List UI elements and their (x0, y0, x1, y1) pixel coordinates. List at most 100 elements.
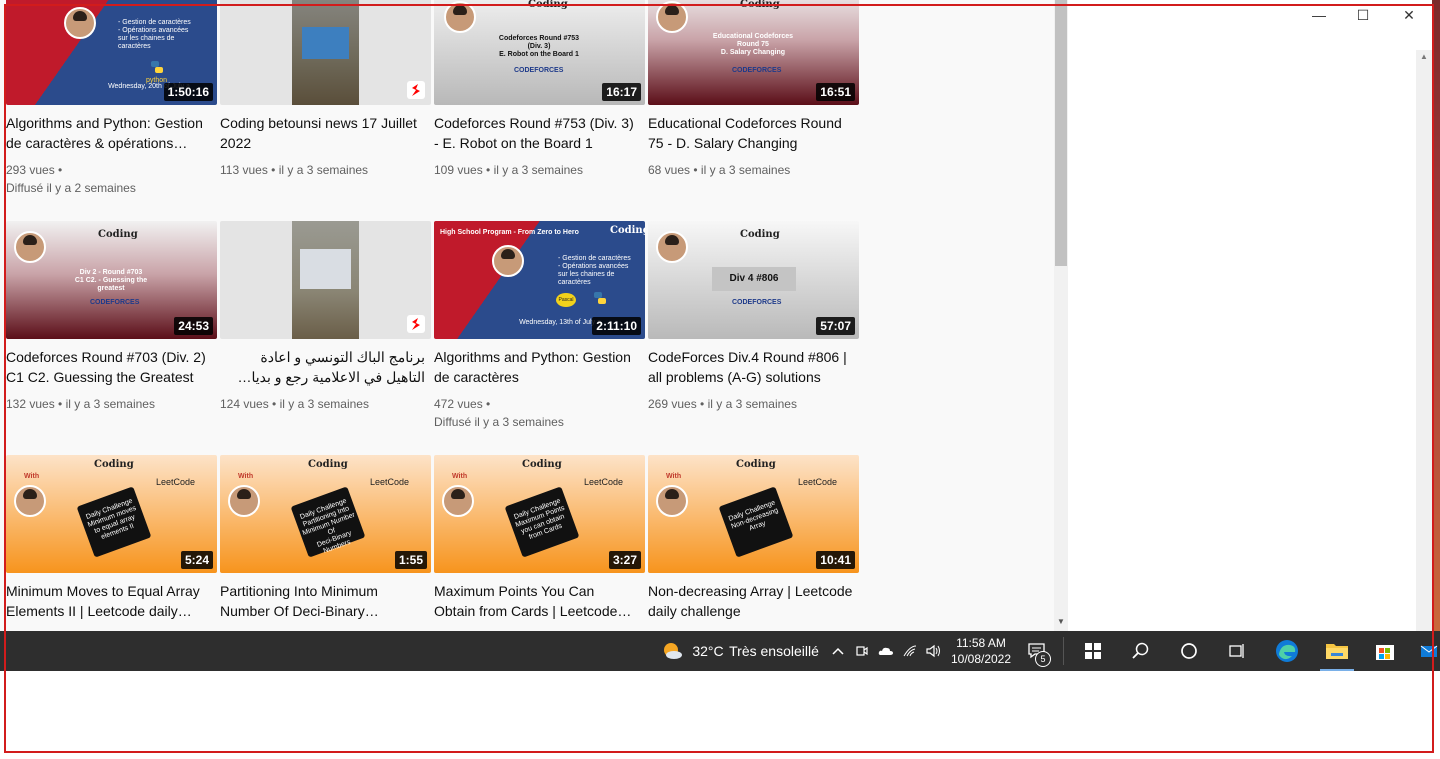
video-thumbnail[interactable]: Coding Div 4 #806 CODEFORCES 57:07 (648, 221, 859, 339)
microsoft-store-icon[interactable] (1368, 631, 1402, 671)
coding-logo: Coding (736, 459, 776, 470)
python-logo (592, 291, 608, 310)
onedrive-cloud-icon[interactable] (876, 631, 896, 671)
chevron-up-icon[interactable] (828, 631, 848, 671)
python-logo: python (146, 60, 167, 85)
thumb-text: C1 C2. - Guessing the (74, 277, 148, 284)
video-title[interactable]: Minimum Moves to Equal Array Elements II… (6, 581, 211, 621)
pascal-logo: Pascal (556, 293, 576, 307)
duration-badge: 1:55 (394, 551, 427, 569)
video-title[interactable]: Non-decreasing Array | Leetcode daily ch… (648, 581, 853, 621)
clock[interactable]: 11:58 AM 10/08/2022 (948, 631, 1014, 671)
avatar (14, 231, 46, 263)
duration-badge: 10:41 (816, 551, 855, 569)
video-meta: 109 vues • il y a 3 semaines (434, 163, 583, 177)
with-label: With (238, 473, 254, 480)
coding-logo: Coding (522, 459, 562, 470)
task-view-icon[interactable] (1220, 631, 1254, 671)
file-explorer-icon[interactable] (1320, 631, 1354, 671)
video-title[interactable]: Coding betounsi news 17 Juillet 2022 (220, 113, 425, 153)
mail-icon[interactable] (1418, 631, 1440, 671)
avatar (64, 7, 96, 39)
avatar (656, 231, 688, 263)
weather-temperature[interactable]: 32°C (690, 631, 726, 671)
video-title[interactable]: Partitioning Into Minimum Number Of Deci… (220, 581, 425, 621)
weather-description[interactable]: Très ensoleillé (729, 631, 819, 671)
leetcode-logo: LeetCode (156, 477, 196, 487)
video-title[interactable]: برنامج الباك التونسي و اعادة التاهيل في … (220, 347, 425, 387)
thumb-text: greatest (97, 285, 125, 292)
meet-now-icon[interactable] (852, 631, 872, 671)
clapperboard-icon: Daily Challenge Partitioning Into Minimu… (290, 486, 366, 558)
video-thumbnail[interactable]: Coding Educational Codeforces Round 75 D… (648, 0, 859, 105)
coding-logo: Coding (94, 459, 134, 470)
scrollbar-thumb[interactable] (1055, 0, 1067, 266)
wifi-icon[interactable] (900, 631, 920, 671)
upload-age: il y a 3 semaines (65, 397, 155, 411)
video-title[interactable]: Algorithms and Python: Gestion de caract… (434, 347, 639, 387)
leetcode-logo: LeetCode (798, 477, 838, 487)
edge-browser-icon[interactable] (1270, 631, 1304, 671)
windows-start-icon[interactable] (1076, 631, 1110, 671)
view-count: 132 vues (6, 397, 55, 411)
video-thumbnail[interactable]: Coding Div 2 - Round #703 C1 C2. - Guess… (6, 221, 217, 339)
view-count: 293 vues (6, 163, 55, 177)
avatar (14, 485, 46, 517)
video-meta: 269 vues • il y a 3 semaines (648, 397, 797, 411)
clock-date: 10/08/2022 (950, 652, 1012, 666)
volume-icon[interactable] (922, 631, 944, 671)
coding-logo: Coding (740, 229, 780, 240)
video-title[interactable]: CodeForces Div.4 Round #806 | all proble… (648, 347, 853, 387)
view-count: 109 vues (434, 163, 483, 177)
video-meta: 132 vues • il y a 3 semaines (6, 397, 155, 411)
upload-age: il y a 3 semaines (707, 397, 797, 411)
codeforces-logo: CODEFORCES (732, 67, 782, 74)
video-thumbnail[interactable]: With Coding LeetCode Daily Challenge Non… (648, 455, 859, 573)
avatar (442, 485, 474, 517)
video-meta: 293 vues • (6, 163, 63, 177)
duration-badge: 2:11:10 (592, 317, 641, 335)
avatar (228, 485, 260, 517)
video-title[interactable]: Algorithms and Python: Gestion de caract… (6, 113, 211, 153)
scroll-up-arrow-icon[interactable]: ▲ (1416, 52, 1432, 66)
notification-count-badge: 5 (1035, 651, 1051, 667)
minimize-button[interactable]: — (1304, 4, 1334, 26)
video-thumbnail[interactable]: High School Program - From Zero to Hero … (434, 221, 645, 339)
maximize-button[interactable]: ☐ (1348, 4, 1378, 26)
video-title[interactable]: Codeforces Round #703 (Div. 2) C1 C2. Gu… (6, 347, 211, 387)
codeforces-logo: CODEFORCES (90, 299, 140, 306)
video-thumbnail[interactable] (220, 0, 431, 105)
scroll-down-arrow-icon[interactable]: ▼ (1055, 615, 1067, 629)
thumb-text: Div 4 #806 (712, 267, 796, 291)
close-button[interactable]: ✕ (1394, 4, 1424, 26)
window-scrollbar[interactable] (1416, 50, 1432, 631)
video-title[interactable]: Educational Codeforces Round 75 - D. Sal… (648, 113, 853, 153)
thumb-header: High School Program - From Zero to Hero (440, 229, 579, 236)
clapperboard-icon: Daily Challenge Minimum moves to equal a… (76, 486, 152, 558)
video-title[interactable]: Codeforces Round #753 (Div. 3) - E. Robo… (434, 113, 639, 153)
notification-center-icon[interactable]: 5 (1022, 631, 1052, 671)
video-thumbnail[interactable]: With Coding LeetCode Daily Challenge Max… (434, 455, 645, 573)
youtube-video-grid: - Gestion de caractères - Opérations ava… (0, 0, 1054, 631)
search-icon[interactable] (1124, 631, 1158, 671)
thumb-text: Codeforces Round #753 (498, 35, 580, 42)
thumb-text: E. Robot on the Board 1 (499, 51, 579, 58)
cortana-icon[interactable] (1172, 631, 1206, 671)
video-thumbnail[interactable]: With Coding LeetCode Daily Challenge Par… (220, 455, 431, 573)
phone-photo (292, 0, 359, 105)
avatar (656, 1, 688, 33)
video-thumbnail[interactable]: - Gestion de caractères - Opérations ava… (6, 0, 217, 105)
video-thumbnail[interactable]: Coding Codeforces Round #753 (Div. 3) E.… (434, 0, 645, 105)
weather-sun-icon[interactable] (660, 631, 684, 671)
video-streamed: Diffusé il y a 3 semaines (434, 415, 564, 429)
video-thumbnail[interactable]: With Coding LeetCode Daily Challenge Min… (6, 455, 217, 573)
video-thumbnail[interactable] (220, 221, 431, 339)
video-title[interactable]: Maximum Points You Can Obtain from Cards… (434, 581, 639, 621)
thumb-text: - Gestion de caractères (558, 255, 631, 262)
duration-badge: 24:53 (174, 317, 213, 335)
thumb-text: caractères (118, 43, 151, 50)
coding-logo: Coding (98, 229, 138, 240)
duration-badge: 16:51 (816, 83, 855, 101)
shorts-icon (407, 81, 425, 99)
duration-badge: 5:24 (180, 551, 213, 569)
